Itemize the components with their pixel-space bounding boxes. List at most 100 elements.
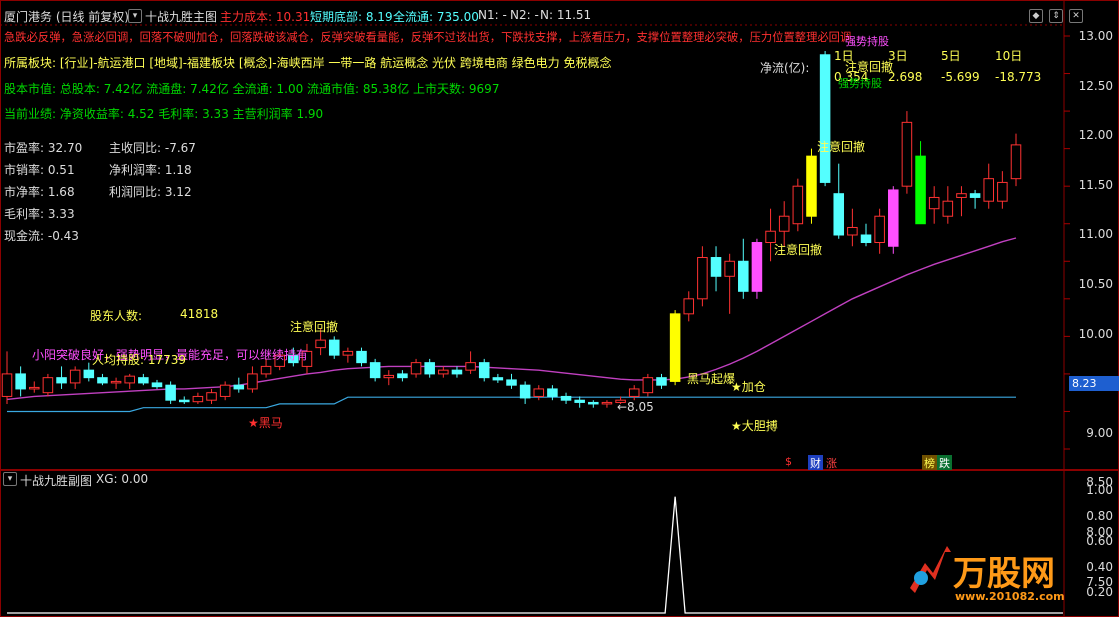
rise-tag[interactable]: 涨 bbox=[824, 455, 839, 471]
candle[interactable] bbox=[533, 385, 545, 401]
restore-icon[interactable]: ⇕ bbox=[1049, 9, 1063, 23]
candle[interactable] bbox=[642, 373, 654, 397]
candle-body-up bbox=[533, 388, 545, 397]
candle[interactable] bbox=[628, 385, 640, 401]
candle[interactable] bbox=[165, 381, 176, 404]
candle[interactable] bbox=[819, 51, 831, 187]
sub-chart-panel[interactable]: ▾ 十战九胜副图 XG: 0.00 1.00 0.80 0.60 0.40 0.20 万… bbox=[0, 470, 1119, 617]
candle[interactable] bbox=[697, 246, 708, 307]
add-position-signal: ★加仓 bbox=[731, 380, 766, 394]
candle[interactable] bbox=[806, 148, 817, 224]
candle[interactable] bbox=[42, 373, 54, 397]
candle-body-up bbox=[683, 298, 695, 315]
candle[interactable] bbox=[410, 358, 422, 378]
warning-line: 急跌必反弹，急涨必回调，回落不破则加仓，回落跌破该减仓，反弹突破看量能，反弹不过… bbox=[4, 31, 852, 44]
candle[interactable] bbox=[451, 366, 463, 378]
candle-body-down bbox=[506, 379, 517, 386]
candle[interactable] bbox=[710, 246, 722, 292]
candle-body-up bbox=[247, 373, 258, 390]
candle[interactable] bbox=[247, 366, 258, 393]
candle[interactable] bbox=[438, 366, 449, 378]
candle[interactable] bbox=[983, 163, 995, 209]
candle[interactable] bbox=[369, 358, 381, 382]
shareholders-value: 41818 bbox=[180, 307, 219, 321]
candle[interactable] bbox=[751, 238, 763, 299]
candle[interactable] bbox=[860, 223, 872, 247]
attention-label-top: 注意回撤 bbox=[845, 60, 894, 74]
candle[interactable] bbox=[192, 392, 204, 404]
candle[interactable] bbox=[601, 400, 613, 408]
candle[interactable] bbox=[506, 373, 517, 389]
candle-body-up bbox=[942, 200, 954, 217]
candle[interactable] bbox=[15, 366, 26, 397]
candle[interactable] bbox=[1, 351, 13, 404]
candle[interactable] bbox=[560, 392, 572, 404]
candle[interactable] bbox=[397, 370, 408, 382]
candle-body-highlight bbox=[888, 189, 899, 247]
candle[interactable] bbox=[478, 358, 490, 382]
candle-body-up bbox=[410, 362, 422, 375]
candle[interactable] bbox=[28, 381, 40, 393]
candle[interactable] bbox=[69, 366, 81, 389]
candle-body-up bbox=[1, 373, 13, 397]
candle[interactable] bbox=[683, 291, 695, 322]
candle[interactable] bbox=[56, 366, 67, 389]
candle[interactable] bbox=[901, 111, 913, 194]
candle[interactable] bbox=[588, 400, 599, 408]
candle[interactable] bbox=[110, 377, 122, 389]
candle[interactable] bbox=[151, 379, 163, 389]
candle[interactable] bbox=[928, 186, 940, 224]
candle[interactable] bbox=[492, 373, 504, 383]
candle[interactable] bbox=[656, 373, 667, 389]
fall-tag[interactable]: 跌 bbox=[937, 455, 952, 471]
candle[interactable] bbox=[888, 186, 899, 254]
candle[interactable] bbox=[383, 370, 395, 386]
candle[interactable] bbox=[669, 310, 681, 386]
candle[interactable] bbox=[356, 347, 367, 367]
main-chart-panel[interactable]: 厦门港务 (日线 前复权) ▾ 十战九胜主图 主力成本: 10.31 短期底部:… bbox=[0, 0, 1119, 589]
chevron-down-icon[interactable]: ▾ bbox=[3, 472, 17, 486]
candle-body-down bbox=[519, 384, 531, 399]
candle[interactable] bbox=[847, 208, 858, 247]
candle[interactable] bbox=[178, 396, 190, 404]
close-icon[interactable]: ✕ bbox=[1069, 9, 1083, 23]
candle-body-down bbox=[574, 399, 585, 403]
candle[interactable] bbox=[342, 347, 354, 363]
rank-tag[interactable]: 榜 bbox=[922, 455, 937, 471]
candle-body-down bbox=[178, 399, 190, 403]
candle[interactable] bbox=[219, 381, 231, 401]
candle[interactable] bbox=[138, 373, 149, 386]
candle[interactable] bbox=[969, 189, 981, 209]
candle[interactable] bbox=[724, 253, 735, 314]
candle[interactable] bbox=[738, 238, 749, 299]
candle[interactable] bbox=[233, 377, 245, 393]
candle[interactable] bbox=[778, 201, 790, 247]
attention-label-3: 注意回撤 bbox=[774, 243, 823, 257]
candle[interactable] bbox=[547, 385, 558, 401]
settings-icon[interactable]: ◆ bbox=[1029, 9, 1043, 23]
dollar-tag[interactable]: $ bbox=[783, 455, 794, 468]
candle-body-down bbox=[710, 257, 722, 277]
candle[interactable] bbox=[124, 373, 135, 389]
candle[interactable] bbox=[833, 163, 845, 239]
candle[interactable] bbox=[792, 178, 804, 232]
candle[interactable] bbox=[328, 336, 340, 359]
candle[interactable] bbox=[997, 171, 1008, 209]
candle[interactable] bbox=[874, 208, 885, 254]
candle[interactable] bbox=[956, 186, 967, 217]
candle-body-down bbox=[151, 382, 163, 388]
candle[interactable] bbox=[519, 381, 531, 404]
candle[interactable] bbox=[942, 186, 954, 224]
candle[interactable] bbox=[1010, 133, 1022, 187]
candle[interactable] bbox=[915, 141, 926, 225]
finance-tag[interactable]: 财 bbox=[808, 455, 823, 471]
candle[interactable] bbox=[206, 388, 217, 404]
attention-label-2: 注意回撤 bbox=[817, 140, 866, 154]
chevron-down-icon[interactable]: ▾ bbox=[128, 9, 142, 23]
candle[interactable] bbox=[424, 358, 435, 378]
candle[interactable] bbox=[574, 396, 585, 408]
candle[interactable] bbox=[97, 373, 108, 386]
candle-body-up bbox=[642, 377, 654, 394]
candle[interactable] bbox=[465, 351, 476, 374]
candle-body-down bbox=[860, 234, 872, 243]
